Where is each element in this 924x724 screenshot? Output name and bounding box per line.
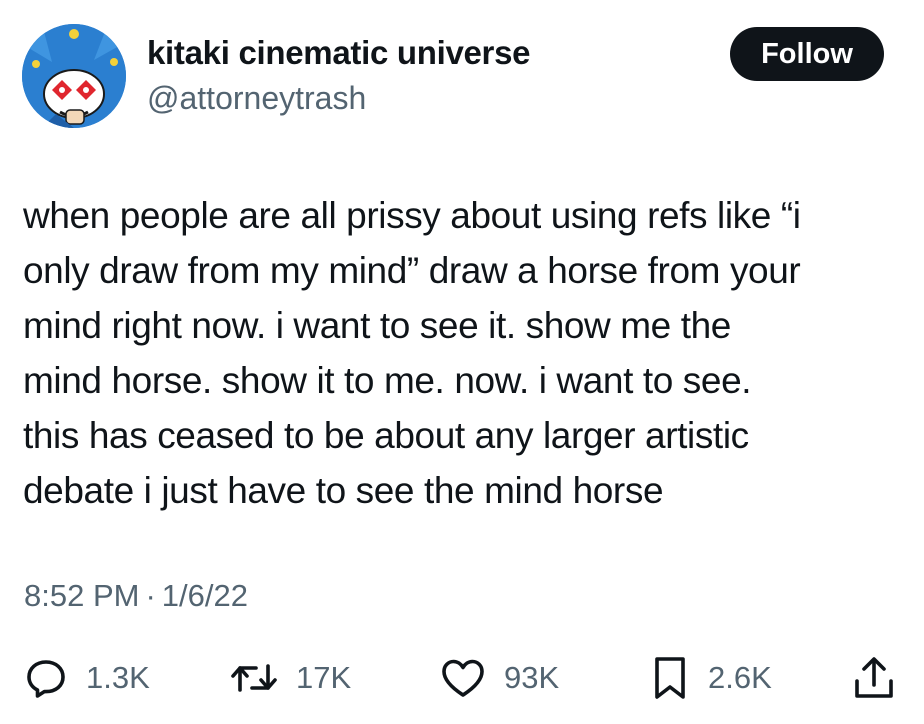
- tweet-text-line: mind right now. i want to see it. show m…: [23, 305, 731, 346]
- retweet-button[interactable]: 17K: [230, 650, 351, 706]
- avatar-image: [22, 24, 126, 128]
- tweet-text: when people are all prissy about using r…: [23, 188, 913, 518]
- retweet-icon: [230, 656, 278, 700]
- heart-icon: [440, 656, 486, 700]
- bookmark-button[interactable]: 2.6K: [650, 650, 772, 706]
- action-bar: 1.3K 17K 93K 2.6K: [0, 650, 924, 706]
- tweet-text-line: when people are all prissy about using r…: [23, 195, 801, 236]
- reply-button[interactable]: 1.3K: [24, 650, 150, 706]
- tweet-timestamp[interactable]: 8:52 PM · 1/6/22: [24, 578, 248, 614]
- tweet-date: 1/6/22: [161, 578, 248, 613]
- retweet-count: 17K: [296, 660, 352, 695]
- like-count: 93K: [504, 660, 560, 695]
- tweet-text-line: this has ceased to be about any larger a…: [23, 415, 749, 456]
- bookmark-icon: [650, 655, 690, 701]
- share-icon: [852, 655, 896, 701]
- reply-count: 1.3K: [86, 660, 150, 695]
- avatar[interactable]: [22, 24, 126, 128]
- tweet-card: kitaki cinematic universe @attorneytrash…: [0, 0, 924, 724]
- display-name[interactable]: kitaki cinematic universe: [147, 34, 531, 72]
- share-button[interactable]: [852, 650, 896, 706]
- tweet-text-line: debate i just have to see the mind horse: [23, 470, 664, 511]
- tweet-time: 8:52 PM: [24, 578, 140, 613]
- tweet-text-line: only draw from my mind” draw a horse fro…: [23, 250, 801, 291]
- user-handle[interactable]: @attorneytrash: [147, 80, 366, 117]
- reply-icon: [24, 656, 68, 700]
- tweet-text-line: mind horse. show it to me. now. i want t…: [23, 360, 752, 401]
- like-button[interactable]: 93K: [440, 650, 559, 706]
- timestamp-separator: ·: [145, 578, 156, 613]
- bookmark-count: 2.6K: [708, 660, 772, 695]
- follow-button[interactable]: Follow: [730, 27, 884, 81]
